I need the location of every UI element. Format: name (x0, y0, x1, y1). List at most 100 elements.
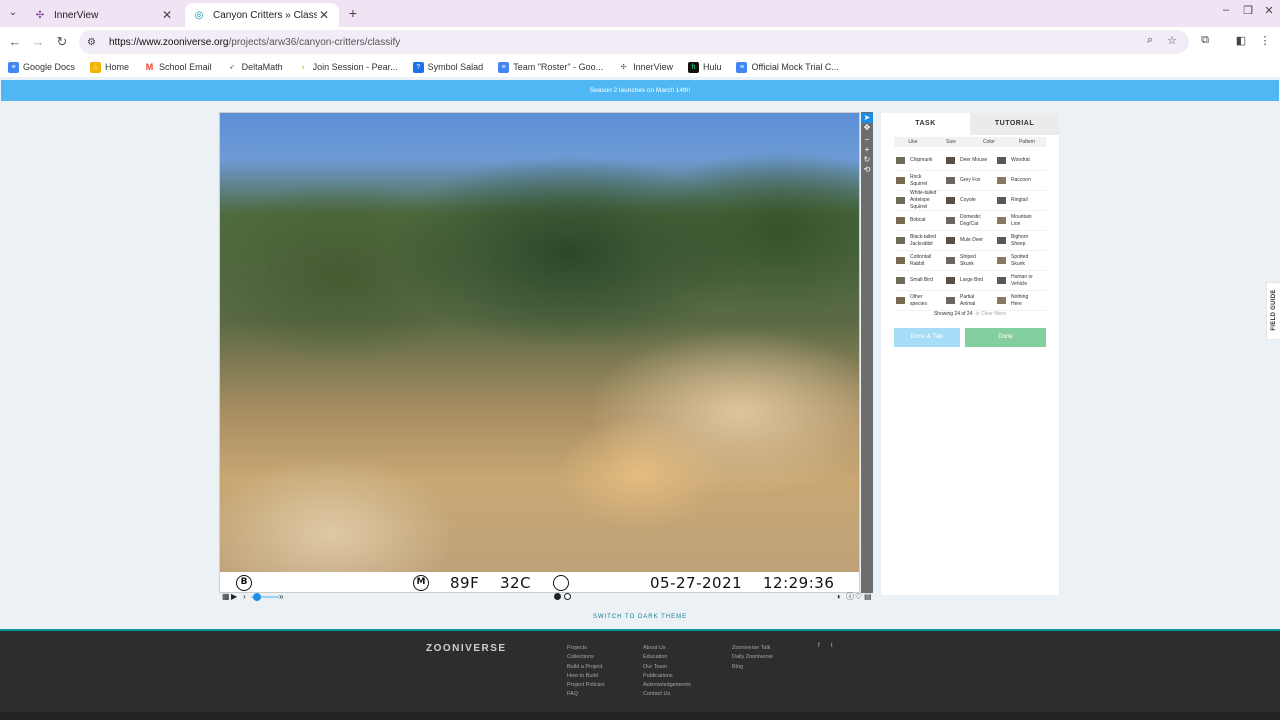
zoom-icon[interactable]: ⌕ (1142, 34, 1158, 47)
species-option[interactable]: Partial Animal (944, 291, 995, 311)
reset-icon[interactable]: ⟲ (861, 165, 873, 175)
species-option[interactable]: Striped Skunk (944, 251, 995, 271)
species-option[interactable]: Mountain Lion (995, 211, 1046, 231)
address-bar[interactable]: ⚙ https://www.zooniverse.org/projects/ar… (79, 30, 1189, 54)
species-option[interactable]: Black-tailed Jackrabbit (894, 231, 944, 251)
clear-filters-link[interactable]: ⊘ Clear filters (975, 311, 1006, 317)
footer-link[interactable]: Acknowledgements (643, 681, 691, 690)
bookmark-pear-deck[interactable]: ♁ Join Session - Pear... (297, 61, 398, 73)
species-option[interactable]: Woodrat (995, 151, 1046, 171)
grid-view-icon[interactable]: ▦ (222, 592, 230, 602)
close-tab-icon[interactable]: ✕ (317, 8, 331, 22)
done-and-talk-button[interactable]: Done & Talk (894, 328, 960, 347)
footer-link[interactable]: Education (643, 653, 691, 662)
footer-link[interactable]: Zooniverse Talk (732, 644, 773, 653)
species-option[interactable]: Spotted Skunk (995, 251, 1046, 271)
close-window-icon[interactable]: ✕ (1261, 4, 1277, 17)
footer-link[interactable]: Build a Project (567, 663, 605, 672)
species-option[interactable]: Mule Deer (944, 231, 995, 251)
species-option[interactable]: Domestic Dog/Cat (944, 211, 995, 231)
filter-like[interactable]: Like (894, 137, 932, 147)
footer-link[interactable]: Our Team (643, 663, 691, 672)
zoom-out-icon[interactable]: − (861, 135, 873, 145)
tab-search-chevron-icon[interactable]: ⌄ (4, 4, 22, 22)
frame-dot-2[interactable] (564, 593, 571, 600)
step-back-icon[interactable]: › (243, 592, 246, 602)
camera-trap-photo[interactable] (220, 113, 859, 572)
footer-link[interactable]: Contact Us (643, 690, 691, 699)
species-option[interactable]: Chipmunk (894, 151, 944, 171)
filter-size[interactable]: Size (932, 137, 970, 147)
species-option[interactable]: White-tailed Antelope Squirrel (894, 190, 944, 211)
info-icon[interactable]: ⓘ (846, 592, 854, 602)
species-option[interactable]: Nothing Here (995, 291, 1046, 311)
side-panel-icon[interactable]: ◧ (1233, 34, 1249, 47)
species-option[interactable]: Coyote (944, 191, 995, 211)
switch-dark-theme-link[interactable]: SWITCH TO DARK THEME (0, 614, 1280, 620)
footer-link[interactable]: Collections (567, 653, 605, 662)
species-option[interactable]: Deer Mouse (944, 151, 995, 171)
footer-link[interactable]: How to Build (567, 672, 605, 681)
footer-link[interactable]: Project Policies (567, 681, 605, 690)
tab-tutorial[interactable]: TUTORIAL (970, 113, 1059, 135)
tab-canyon-critters[interactable]: ◎ Canyon Critters » Classify — Zo ✕ (185, 3, 339, 27)
site-info-icon[interactable]: ⚙ (87, 37, 101, 48)
close-tab-icon[interactable]: ✕ (160, 8, 174, 22)
filter-color[interactable]: Color (970, 137, 1008, 147)
reload-icon[interactable]: ↻ (53, 33, 71, 51)
favorite-icon[interactable]: ♡ (855, 592, 862, 602)
play-icon[interactable]: ▶ (231, 592, 237, 602)
tab-task[interactable]: TASK (881, 113, 970, 135)
subject-viewer[interactable]: B M 89F 32C 05-27-2021 12:29:36 (219, 112, 860, 593)
species-option[interactable]: Small Bird (894, 271, 944, 291)
facebook-icon[interactable]: f (818, 643, 820, 649)
bookmark-symbol-salad[interactable]: ? Symbol Salad (412, 61, 483, 73)
pointer-icon[interactable]: ➤ (861, 113, 873, 123)
twitter-icon[interactable]: t (831, 643, 833, 649)
announcement-banner[interactable]: Season 2 launches on March 14th! (1, 80, 1279, 101)
done-button[interactable]: Done (965, 328, 1046, 347)
footer-link[interactable]: Blog (732, 663, 773, 672)
species-option[interactable]: Raccoon (995, 171, 1046, 191)
filter-pattern[interactable]: Pattern (1008, 137, 1046, 147)
forward-icon[interactable]: → (29, 33, 47, 51)
zooniverse-logo[interactable]: ZOONIVERSE (426, 643, 507, 654)
bookmark-team-roster[interactable]: ≡ Team "Roster" - Goo... (498, 61, 603, 73)
bookmark-innerview[interactable]: ✣ InnerView (618, 61, 673, 73)
bookmark-mock-trial[interactable]: ≡ Official Mock Trial C... (736, 61, 839, 73)
extensions-icon[interactable]: ⧉ (1197, 34, 1213, 47)
bookmark-google-docs[interactable]: ≡ Google Docs (8, 61, 75, 73)
restore-icon[interactable]: ❐ (1240, 4, 1256, 17)
species-option[interactable]: Large Bird (944, 271, 995, 291)
bookmark-hulu[interactable]: h Hulu (687, 61, 721, 73)
menu-icon[interactable]: ⋮ (1257, 34, 1273, 47)
bookmark-star-icon[interactable]: ☆ (1164, 34, 1180, 47)
species-option[interactable]: Ringtail (995, 191, 1046, 211)
species-option[interactable]: Other species (894, 291, 944, 311)
tab-innerview[interactable]: ✣ InnerView ✕ (26, 3, 182, 27)
bookmark-deltamath[interactable]: ➶ DeltaMath (226, 61, 283, 73)
fast-forward-icon[interactable]: » (279, 592, 283, 602)
footer-link[interactable]: Projects (567, 644, 605, 653)
bookmark-school-email[interactable]: M School Email (144, 61, 212, 73)
species-option[interactable]: Rock Squirrel (894, 171, 944, 191)
new-tab-icon[interactable]: + (345, 5, 361, 21)
species-option[interactable]: Bighorn Sheep (995, 231, 1046, 251)
species-option[interactable]: Cottontail Rabbit (894, 251, 944, 271)
species-option[interactable]: Grey Fox (944, 171, 995, 191)
scrubber-handle[interactable] (253, 593, 261, 601)
zoom-in-icon[interactable]: + (861, 145, 873, 155)
footer-link[interactable]: About Us (643, 644, 691, 653)
species-option[interactable]: Human or Vehicle (995, 271, 1046, 291)
footer-link[interactable]: Publications (643, 672, 691, 681)
species-option[interactable]: Bobcat (894, 211, 944, 231)
rotate-icon[interactable]: ↻ (861, 155, 873, 165)
footer-link[interactable]: Daily Zooniverse (732, 653, 773, 662)
bookmark-home[interactable]: ⌂ Home (90, 61, 129, 73)
move-icon[interactable]: ✥ (861, 123, 873, 133)
frame-dot-1[interactable] (554, 593, 561, 600)
collect-icon[interactable]: ▤ (864, 592, 872, 602)
invert-icon[interactable]: ◐ (837, 592, 842, 602)
field-guide-tab[interactable]: FIELD GUIDE (1266, 282, 1280, 340)
minimize-icon[interactable]: – (1218, 4, 1234, 16)
